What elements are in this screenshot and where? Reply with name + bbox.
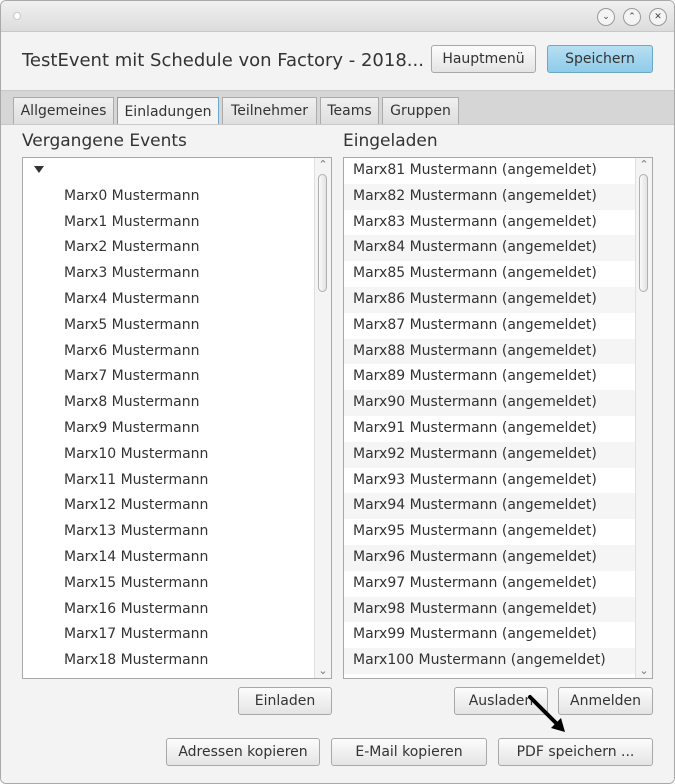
- list-item[interactable]: Marx96 Mustermann (angemeldet): [344, 544, 652, 571]
- list-item[interactable]: Marx84 Mustermann (angemeldet): [344, 235, 652, 262]
- register-button[interactable]: Anmelden: [558, 687, 653, 715]
- invited-list[interactable]: Marx81 Mustermann (angemeldet) Marx82 Mus…: [343, 157, 653, 679]
- list-item[interactable]: Marx16 Mustermann: [23, 597, 331, 623]
- list-item[interactable]: Marx87 Mustermann (angemeldet): [344, 313, 652, 339]
- list-item[interactable]: Marx81 Mustermann (angemeldet): [344, 158, 652, 184]
- maximize-icon[interactable]: ⌃: [623, 8, 641, 26]
- list-item[interactable]: Marx83 Mustermann (angemeldet): [344, 210, 652, 236]
- list-item[interactable]: Marx94 Mustermann (angemeldet): [344, 493, 652, 520]
- list-item[interactable]: Marx97 Mustermann (angemeldet): [344, 571, 652, 597]
- invited-label: Eingeladen: [343, 131, 438, 151]
- list-item[interactable]: Marx15 Mustermann: [23, 571, 331, 597]
- list-item[interactable]: Marx98 Mustermann (angemeldet): [344, 596, 652, 623]
- list-item[interactable]: Marx8 Mustermann: [23, 390, 331, 416]
- scroll-down-icon[interactable]: ⌄: [315, 664, 331, 678]
- list-item[interactable]: Marx91 Mustermann (angemeldet): [344, 416, 652, 442]
- list-item[interactable]: Marx88 Mustermann (angemeldet): [344, 338, 652, 365]
- main-menu-button[interactable]: Hauptmenü: [431, 45, 536, 73]
- tree-root[interactable]: [23, 158, 331, 184]
- past-events-scrollbar[interactable]: ⌃ ⌄: [314, 158, 331, 678]
- expand-arrow-icon[interactable]: [34, 166, 44, 173]
- list-item[interactable]: Marx12 Mustermann: [23, 493, 331, 519]
- list-item[interactable]: Marx85 Mustermann (angemeldet): [344, 261, 652, 287]
- scroll-thumb[interactable]: [318, 174, 327, 292]
- copy-email-button[interactable]: E-Mail kopieren: [331, 738, 487, 766]
- list-item[interactable]: Marx3 Mustermann: [23, 261, 331, 287]
- window-icon: [13, 12, 21, 20]
- list-item[interactable]: Marx4 Mustermann: [23, 287, 331, 313]
- list-item[interactable]: Marx5 Mustermann: [23, 313, 331, 339]
- past-events-tree[interactable]: Marx0 Mustermann Marx1 Mustermann Marx2 Mu…: [22, 157, 332, 679]
- list-item[interactable]: Marx18 Mustermann: [23, 648, 331, 674]
- list-item[interactable]: Marx93 Mustermann (angemeldet): [344, 468, 652, 494]
- save-pdf-button[interactable]: PDF speichern ...: [498, 738, 653, 766]
- tab-gruppen[interactable]: Gruppen: [382, 97, 459, 124]
- list-item[interactable]: Marx86 Mustermann (angemeldet): [344, 286, 652, 313]
- event-title: TestEvent mit Schedule von Factory - 201…: [22, 50, 424, 71]
- list-item[interactable]: Marx11 Mustermann: [23, 468, 331, 494]
- close-icon[interactable]: ✕: [649, 8, 667, 26]
- list-item[interactable]: Marx2 Mustermann: [23, 235, 331, 261]
- list-item[interactable]: Marx9 Mustermann: [23, 416, 331, 442]
- tab-teams[interactable]: Teams: [320, 97, 379, 124]
- scroll-down-icon[interactable]: ⌄: [636, 664, 652, 678]
- app-window: ⌄ ⌃ ✕ TestEvent mit Schedule von Factory…: [0, 0, 675, 784]
- list-item[interactable]: Marx100 Mustermann (angemeldet): [344, 648, 652, 674]
- copy-addresses-button[interactable]: Adressen kopieren: [166, 738, 320, 766]
- minimize-icon[interactable]: ⌄: [597, 8, 615, 26]
- list-item[interactable]: Marx82 Mustermann (angemeldet): [344, 183, 652, 210]
- list-item[interactable]: Marx14 Mustermann: [23, 545, 331, 571]
- tab-teilnehmer[interactable]: Teilnehmer: [222, 97, 317, 124]
- scroll-thumb[interactable]: [639, 174, 648, 292]
- list-item[interactable]: Marx10 Mustermann: [23, 442, 331, 468]
- list-item[interactable]: Marx95 Mustermann (angemeldet): [344, 519, 652, 545]
- list-item[interactable]: Marx99 Mustermann (angemeldet): [344, 622, 652, 648]
- list-item[interactable]: Marx89 Mustermann (angemeldet): [344, 364, 652, 390]
- invite-button[interactable]: Einladen: [238, 687, 332, 715]
- invitations-panel: Vergangene Events Eingeladen Marx0 Muste…: [1, 124, 674, 783]
- window-titlebar[interactable]: ⌄ ⌃ ✕: [1, 1, 674, 32]
- scroll-up-icon[interactable]: ⌃: [315, 158, 331, 172]
- list-item[interactable]: Marx90 Mustermann (angemeldet): [344, 390, 652, 416]
- list-item[interactable]: Marx13 Mustermann: [23, 519, 331, 545]
- save-button[interactable]: Speichern: [547, 45, 653, 73]
- list-item[interactable]: Marx7 Mustermann: [23, 364, 331, 390]
- event-header: TestEvent mit Schedule von Factory - 201…: [1, 32, 674, 90]
- list-item[interactable]: Marx92 Mustermann (angemeldet): [344, 441, 652, 468]
- tab-bar: Allgemeines Einladungen Teilnehmer Teams…: [1, 90, 674, 125]
- tab-allgemeines[interactable]: Allgemeines: [13, 97, 114, 124]
- scroll-up-icon[interactable]: ⌃: [636, 158, 652, 172]
- tab-einladungen[interactable]: Einladungen: [117, 97, 219, 125]
- list-item[interactable]: Marx17 Mustermann: [23, 622, 331, 648]
- mouse-cursor-icon: [528, 695, 565, 732]
- list-item[interactable]: Marx6 Mustermann: [23, 339, 331, 365]
- list-item[interactable]: Marx1 Mustermann: [23, 210, 331, 236]
- invited-scrollbar[interactable]: ⌃ ⌄: [635, 158, 652, 678]
- list-item[interactable]: Marx0 Mustermann: [23, 184, 331, 210]
- past-events-label: Vergangene Events: [22, 131, 187, 151]
